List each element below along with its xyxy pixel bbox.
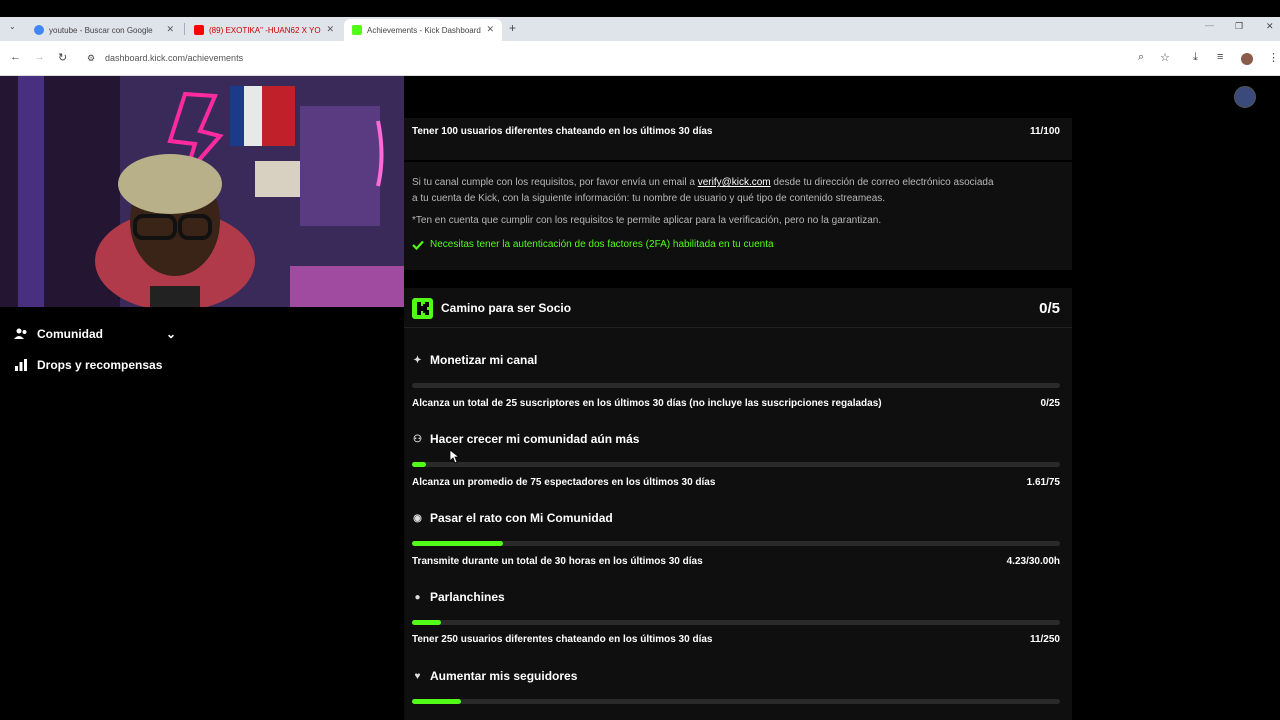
close-window-icon[interactable]: ✕ bbox=[1266, 21, 1274, 32]
section-followers: ♥ Aumentar mis seguidores bbox=[412, 669, 578, 683]
tab-kick-achievements[interactable]: Achievements - Kick Dashboard ✕ bbox=[344, 19, 502, 41]
section-title: Parlanchines bbox=[430, 590, 505, 604]
info-text: Si tu canal cumple con los requisitos, p… bbox=[412, 177, 698, 188]
mouse-cursor-icon bbox=[450, 450, 460, 464]
tab-label: youtube - Buscar con Google bbox=[49, 25, 153, 35]
tab-label: (89) EXOTIKA" -HUAN62 X YO bbox=[209, 25, 321, 35]
partner-progress: 0/5 bbox=[1039, 300, 1060, 317]
site-info-icon[interactable]: ⚙ bbox=[87, 53, 95, 64]
new-tab-button[interactable]: + bbox=[509, 21, 516, 35]
kick-favicon-icon bbox=[352, 25, 362, 35]
minimize-icon[interactable]: — bbox=[1205, 20, 1214, 30]
close-tab-icon[interactable]: ✕ bbox=[326, 24, 334, 35]
progress-bar bbox=[412, 541, 1060, 546]
user-avatar[interactable] bbox=[1234, 86, 1256, 108]
tab-list-icon[interactable]: ⌄ bbox=[9, 22, 16, 31]
section-value: 0/25 bbox=[1040, 398, 1060, 409]
section-value: 11/250 bbox=[1029, 634, 1060, 645]
tab-separator bbox=[184, 23, 185, 35]
close-tab-icon[interactable]: ✕ bbox=[486, 24, 494, 35]
sidebar-item-label: Comunidad bbox=[37, 327, 103, 341]
webcam-overlay bbox=[0, 76, 404, 307]
info-text: desde tu dirección de correo electrónico… bbox=[770, 177, 994, 188]
url-text[interactable]: dashboard.kick.com/achievements bbox=[105, 53, 243, 63]
sidebar-item-drops[interactable]: Drops y recompensas bbox=[14, 358, 162, 372]
verification-requirement-row bbox=[404, 118, 1072, 160]
verification-info: Si tu canal cumple con los requisitos, p… bbox=[412, 177, 1062, 188]
sidebar-item-comunidad[interactable]: Comunidad ⌄ bbox=[14, 327, 176, 341]
section-description: Alcanza un promedio de 75 espectadores e… bbox=[412, 477, 716, 488]
progress-fill bbox=[412, 699, 461, 704]
section-title: Aumentar mis seguidores bbox=[430, 669, 578, 683]
tab-youtube[interactable]: (89) EXOTIKA" -HUAN62 X YO ✕ bbox=[186, 19, 342, 41]
progress-bar bbox=[412, 699, 1060, 704]
progress-bar bbox=[412, 383, 1060, 388]
section-chatters: ● Parlanchines bbox=[412, 590, 505, 604]
progress-bar bbox=[412, 462, 1060, 467]
bookmark-star-icon[interactable]: ☆ bbox=[1160, 51, 1170, 64]
download-icon[interactable]: ⤓ bbox=[1193, 51, 1198, 64]
verify-email-link[interactable]: verify@kick.com bbox=[698, 177, 771, 188]
section-title: Monetizar mi canal bbox=[430, 353, 538, 367]
sidebar-item-label: Drops y recompensas bbox=[37, 358, 163, 372]
section-description: Alcanza un total de 25 suscriptores en l… bbox=[412, 398, 882, 409]
users-icon: ⚇ bbox=[413, 433, 422, 445]
section-description: Tener 250 usuarios diferentes chateando … bbox=[412, 634, 713, 645]
address-bar: ← → ↻ ⚙ dashboard.kick.com/achievements … bbox=[0, 41, 1280, 76]
verification-note: *Ten en cuenta que cumplir con los requi… bbox=[412, 215, 882, 226]
section-hangout: ◉ Pasar el rato con Mi Comunidad bbox=[412, 511, 613, 525]
verification-info-line2: a tu cuenta de Kick, con la siguiente in… bbox=[412, 193, 886, 204]
section-title: Pasar el rato con Mi Comunidad bbox=[430, 511, 613, 525]
kick-dashboard-page: Comunidad ⌄ Drops y recompensas Tener 10… bbox=[0, 76, 1280, 720]
section-grow-community: ⚇ Hacer crecer mi comunidad aún más bbox=[412, 432, 639, 446]
google-favicon-icon bbox=[34, 25, 44, 35]
youtube-favicon-icon bbox=[194, 25, 204, 35]
community-icon bbox=[14, 328, 27, 339]
section-monetize: ✦ Monetizar mi canal bbox=[412, 353, 537, 367]
divider bbox=[404, 327, 1072, 328]
tab-bar: ⌄ youtube - Buscar con Google ✕ (89) EXO… bbox=[0, 17, 1280, 41]
section-value: 1.61/75 bbox=[1026, 477, 1060, 488]
chevron-down-icon[interactable]: ⌄ bbox=[166, 327, 176, 341]
broadcast-icon: ◉ bbox=[413, 512, 422, 524]
partner-title: Camino para ser Socio bbox=[441, 301, 572, 315]
tab-label: Achievements - Kick Dashboard bbox=[367, 25, 481, 35]
section-title: Hacer crecer mi comunidad aún más bbox=[430, 432, 640, 446]
requirement-text: Tener 100 usuarios diferentes chateando … bbox=[412, 126, 713, 137]
reload-icon[interactable]: ↻ bbox=[58, 51, 67, 64]
section-value: 4.23/30.00h bbox=[1006, 556, 1060, 567]
zoom-icon[interactable]: ⌕ bbox=[1138, 51, 1144, 64]
heart-icon: ♥ bbox=[414, 670, 421, 682]
progress-bar bbox=[412, 620, 1060, 625]
media-control-icon[interactable]: ≡ bbox=[1217, 51, 1223, 63]
sparkle-icon: ✦ bbox=[413, 354, 422, 366]
twofa-text: Necesitas tener la autenticación de dos … bbox=[430, 239, 774, 250]
progress-fill bbox=[412, 462, 426, 467]
window-top-strip bbox=[0, 0, 1280, 17]
tab-google[interactable]: youtube - Buscar con Google ✕ bbox=[26, 19, 182, 41]
profile-avatar[interactable] bbox=[1241, 53, 1253, 65]
streamer-webcam-image bbox=[0, 76, 404, 307]
close-tab-icon[interactable]: ✕ bbox=[166, 24, 174, 35]
twofa-requirement: Necesitas tener la autenticación de dos … bbox=[412, 239, 774, 250]
forward-icon[interactable]: → bbox=[34, 51, 45, 63]
progress-fill bbox=[412, 620, 441, 625]
back-icon[interactable]: ← bbox=[10, 51, 21, 63]
menu-icon[interactable]: ⋮ bbox=[1268, 51, 1279, 64]
check-icon bbox=[412, 240, 424, 250]
requirement-progress: 11/100 bbox=[1029, 126, 1060, 137]
drops-icon bbox=[15, 359, 27, 371]
progress-fill bbox=[412, 541, 504, 546]
restore-icon[interactable]: ❐ bbox=[1235, 21, 1243, 32]
kick-logo-icon bbox=[412, 298, 433, 319]
section-description: Transmite durante un total de 30 horas e… bbox=[412, 556, 703, 567]
chat-icon: ● bbox=[414, 591, 421, 603]
